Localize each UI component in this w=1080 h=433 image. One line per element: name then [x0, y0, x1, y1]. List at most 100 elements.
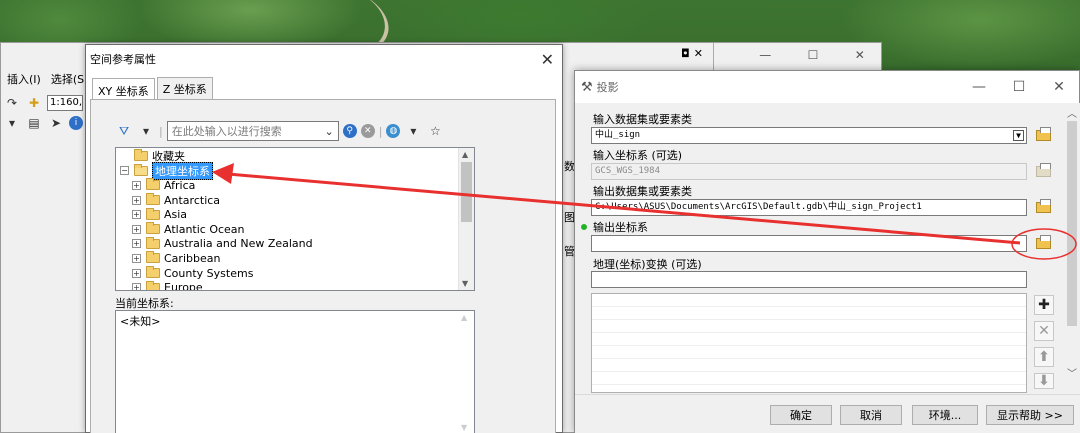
- folder-icon: [1035, 126, 1051, 141]
- tree-item[interactable]: + Atlantic Ocean: [120, 222, 474, 237]
- hammer-icon: ⚒: [581, 79, 593, 95]
- tree-item[interactable]: + Antarctica: [120, 193, 474, 208]
- folder-icon: [146, 236, 160, 249]
- tree-item[interactable]: − 地理坐标系: [120, 161, 474, 180]
- menu-insert[interactable]: 插入(I): [7, 71, 41, 87]
- input-dataset-select[interactable]: 中山_sign ▼: [591, 127, 1027, 144]
- tree-item-label: Africa: [164, 178, 196, 192]
- proj-scroll-thumb[interactable]: [1067, 121, 1077, 326]
- search-placeholder: 在此处输入以进行搜索: [171, 125, 282, 138]
- expand-icon[interactable]: +: [132, 180, 141, 190]
- tree-item[interactable]: + Caribbean: [120, 251, 474, 266]
- filter-dropdown-icon[interactable]: ▾: [137, 122, 155, 140]
- input-cs-field: GCS_WGS_1984: [591, 163, 1027, 180]
- show-help-button[interactable]: 显示帮助 >>: [986, 405, 1074, 425]
- output-cs-field[interactable]: [591, 235, 1027, 252]
- output-dataset-label: 输出数据集或要素类: [593, 185, 692, 198]
- search-icon[interactable]: ⚲: [342, 124, 357, 138]
- map-scale-input[interactable]: 1:160,: [47, 95, 83, 111]
- expand-icon[interactable]: +: [132, 195, 141, 205]
- folder-icon: [146, 207, 160, 220]
- proj-minimize-button[interactable]: —: [959, 79, 999, 95]
- tree-item[interactable]: + Australia and New Zealand: [120, 236, 474, 252]
- chevron-up-icon[interactable]: ︿: [1067, 105, 1077, 120]
- proj-dialog-title: 投影: [596, 81, 619, 94]
- menu-select[interactable]: 选择(S: [51, 71, 84, 87]
- expand-icon[interactable]: +: [132, 224, 141, 234]
- globe-icon[interactable]: ◍: [386, 124, 401, 138]
- output-browse-button[interactable]: [1033, 198, 1053, 216]
- folder-icon: [1035, 198, 1051, 213]
- minimize-button[interactable]: —: [759, 48, 771, 62]
- tree-item[interactable]: + Asia: [120, 207, 474, 222]
- tree-rows: 收藏夹 − 地理坐标系 + Africa + Antarctica + Asia + Atlanti…: [116, 148, 474, 290]
- move-up-button[interactable]: ⬆: [1034, 347, 1054, 367]
- proj-window-controls: — ☐ ✕: [959, 71, 1079, 103]
- separator: |: [378, 124, 383, 138]
- chevron-down-icon[interactable]: ▼: [1013, 130, 1024, 141]
- tree-item-label: Atlantic Ocean: [164, 222, 245, 236]
- tree-scrollbar[interactable]: ▲ ▼: [458, 148, 474, 290]
- remove-button[interactable]: ✕: [1034, 321, 1054, 341]
- output-dataset-field[interactable]: C:\Users\ASUS\Documents\ArcGIS\Default.g…: [591, 199, 1027, 216]
- proj-maximize-button[interactable]: ☐: [999, 79, 1039, 95]
- folder-icon: [146, 266, 160, 279]
- chevron-down-icon[interactable]: ﹀: [1067, 365, 1077, 380]
- proj-close-button[interactable]: ✕: [1039, 79, 1079, 95]
- scroll-up-icon[interactable]: ▲: [462, 150, 468, 159]
- tab-z[interactable]: Z 坐标系: [156, 77, 213, 99]
- ok-button[interactable]: 确定: [770, 405, 832, 425]
- add-favorite-icon[interactable]: ☆: [426, 122, 444, 140]
- input-browse-button[interactable]: [1033, 126, 1053, 144]
- layout-icon[interactable]: ▤: [25, 114, 43, 132]
- required-indicator-icon: [581, 224, 587, 230]
- dropdown-icon[interactable]: ▾: [3, 114, 21, 132]
- add-data-icon[interactable]: ✚: [25, 94, 43, 112]
- search-dropdown-icon[interactable]: ⌄: [325, 125, 334, 138]
- geo-transform-list[interactable]: [591, 293, 1027, 393]
- pin-icon[interactable]: ◘: [681, 47, 690, 63]
- maximize-button[interactable]: ☐: [808, 48, 819, 62]
- toc-close-icon[interactable]: ✕: [694, 47, 703, 63]
- identify-icon[interactable]: i: [69, 116, 83, 130]
- expand-icon[interactable]: +: [132, 268, 141, 278]
- environments-button[interactable]: 环境...: [912, 405, 978, 425]
- expand-icon[interactable]: +: [132, 283, 141, 290]
- scroll-down-icon[interactable]: ▼: [462, 279, 468, 288]
- select-arrow-icon[interactable]: ➤: [47, 114, 65, 132]
- cancel-button[interactable]: 取消: [840, 405, 902, 425]
- tree-item[interactable]: + Europe: [120, 280, 474, 290]
- add-button[interactable]: ✚: [1034, 295, 1054, 315]
- arcmap-toolbar-1: ↷ ✚ 1:160,: [1, 93, 91, 113]
- proj-bottom-bar: 确定 取消 环境... 显示帮助 >>: [575, 394, 1080, 433]
- tab-xy[interactable]: XY 坐标系: [92, 78, 155, 100]
- expand-icon[interactable]: +: [132, 210, 141, 220]
- folder-icon: [146, 251, 160, 264]
- move-down-button[interactable]: ⬇: [1034, 373, 1054, 389]
- expand-icon[interactable]: +: [132, 239, 141, 249]
- sr-panel: ⛛ ▾ | 在此处输入以进行搜索 ⌄ ⚲ ✕ | ◍ ▾ ☆ 收藏夹 − 地理坐标系…: [90, 99, 556, 433]
- clear-search-icon[interactable]: ✕: [360, 124, 375, 138]
- proj-scrollbar[interactable]: ︿ ﹀: [1064, 103, 1080, 393]
- folder-icon: [134, 163, 148, 176]
- arcmap-toolbar-2: ▾ ▤ ➤ i: [1, 113, 91, 133]
- search-input[interactable]: 在此处输入以进行搜索 ⌄: [166, 121, 339, 141]
- tree-item[interactable]: + Africa: [120, 178, 474, 193]
- arcmap-window-controls: — ☐ ✕: [741, 43, 883, 67]
- folder-icon: [146, 222, 160, 235]
- globe-dropdown-icon[interactable]: ▾: [404, 122, 422, 140]
- tree-item-label: Asia: [164, 208, 188, 222]
- expand-icon[interactable]: +: [132, 253, 141, 263]
- folder-icon: [146, 178, 160, 191]
- geo-transform-field[interactable]: [591, 271, 1027, 288]
- spatial-reference-dialog: 空间参考属性 ✕ XY 坐标系 Z 坐标系 ⛛ ▾ | 在此处输入以进行搜索 ⌄…: [85, 44, 563, 433]
- redo-icon[interactable]: ↷: [3, 94, 21, 112]
- close-button[interactable]: ✕: [855, 48, 865, 62]
- tree-item[interactable]: + County Systems: [120, 266, 474, 281]
- output-cs-browse-button[interactable]: [1033, 234, 1053, 252]
- collapse-icon[interactable]: −: [120, 166, 129, 176]
- scroll-thumb[interactable]: [461, 162, 472, 222]
- coordinate-system-tree[interactable]: 收藏夹 − 地理坐标系 + Africa + Antarctica + Asia + Atlanti…: [115, 147, 475, 291]
- filter-icon[interactable]: ⛛: [115, 122, 133, 140]
- sr-close-button[interactable]: ✕: [541, 50, 554, 69]
